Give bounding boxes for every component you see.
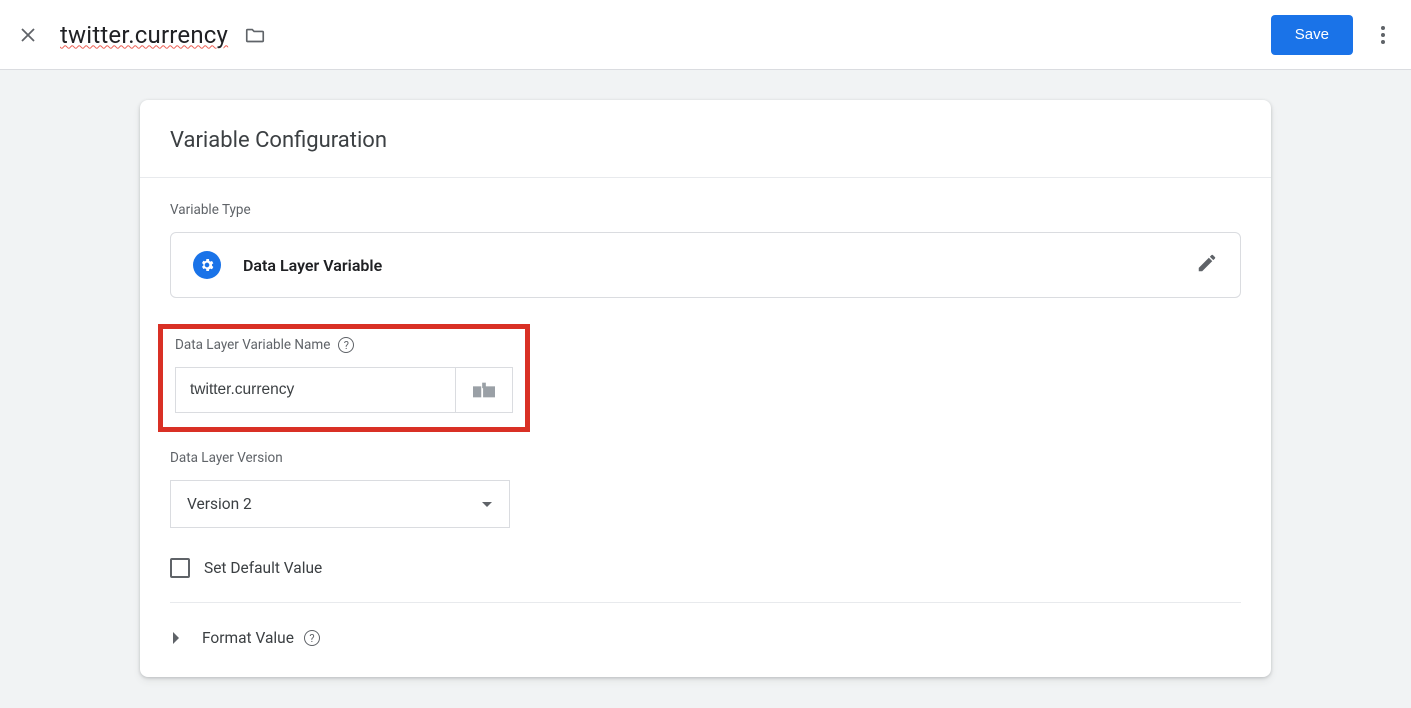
header-actions: Save bbox=[1271, 15, 1395, 55]
name-label-text: Data Layer Variable Name bbox=[175, 337, 330, 353]
default-value-row: Set Default Value bbox=[170, 550, 1241, 603]
variable-config-card: Variable Configuration Variable Type Dat… bbox=[140, 100, 1271, 677]
version-block: Data Layer Version Version 2 bbox=[170, 450, 1241, 528]
variable-title[interactable]: twitter.currency bbox=[60, 21, 228, 49]
help-icon[interactable]: ? bbox=[304, 630, 320, 646]
title-area: twitter.currency bbox=[60, 21, 1251, 49]
caret-down-icon bbox=[481, 495, 493, 513]
card-body: Variable Type Data Layer Variable Data L… bbox=[140, 178, 1271, 667]
variable-type-label: Variable Type bbox=[170, 202, 1241, 218]
data-layer-version-select[interactable]: Version 2 bbox=[170, 480, 510, 528]
variable-picker-icon[interactable] bbox=[455, 367, 513, 413]
data-layer-variable-name-input[interactable] bbox=[175, 367, 455, 413]
card-title: Variable Configuration bbox=[140, 100, 1271, 178]
workspace: Variable Configuration Variable Type Dat… bbox=[0, 70, 1411, 707]
edit-pencil-icon[interactable] bbox=[1196, 252, 1218, 278]
format-value-label: Format Value ? bbox=[202, 629, 320, 647]
top-bar: twitter.currency Save bbox=[0, 0, 1411, 70]
chevron-right-icon bbox=[170, 631, 182, 645]
set-default-value-checkbox[interactable] bbox=[170, 558, 190, 578]
format-value-row[interactable]: Format Value ? bbox=[170, 621, 1241, 657]
gear-icon bbox=[193, 251, 221, 279]
format-value-text: Format Value bbox=[202, 629, 294, 647]
name-field-row bbox=[175, 367, 513, 413]
save-button[interactable]: Save bbox=[1271, 15, 1353, 55]
highlighted-name-field: Data Layer Variable Name ? bbox=[158, 324, 530, 432]
set-default-value-label: Set Default Value bbox=[204, 559, 322, 577]
variable-type-value: Data Layer Variable bbox=[243, 256, 1196, 275]
close-icon[interactable] bbox=[16, 23, 40, 47]
help-icon[interactable]: ? bbox=[338, 337, 354, 353]
data-layer-variable-name-label: Data Layer Variable Name ? bbox=[175, 337, 513, 353]
version-value: Version 2 bbox=[187, 495, 252, 513]
folder-icon[interactable] bbox=[242, 25, 268, 45]
more-menu-icon[interactable] bbox=[1371, 23, 1395, 47]
data-layer-version-label: Data Layer Version bbox=[170, 450, 1241, 466]
variable-type-selector[interactable]: Data Layer Variable bbox=[170, 232, 1241, 298]
